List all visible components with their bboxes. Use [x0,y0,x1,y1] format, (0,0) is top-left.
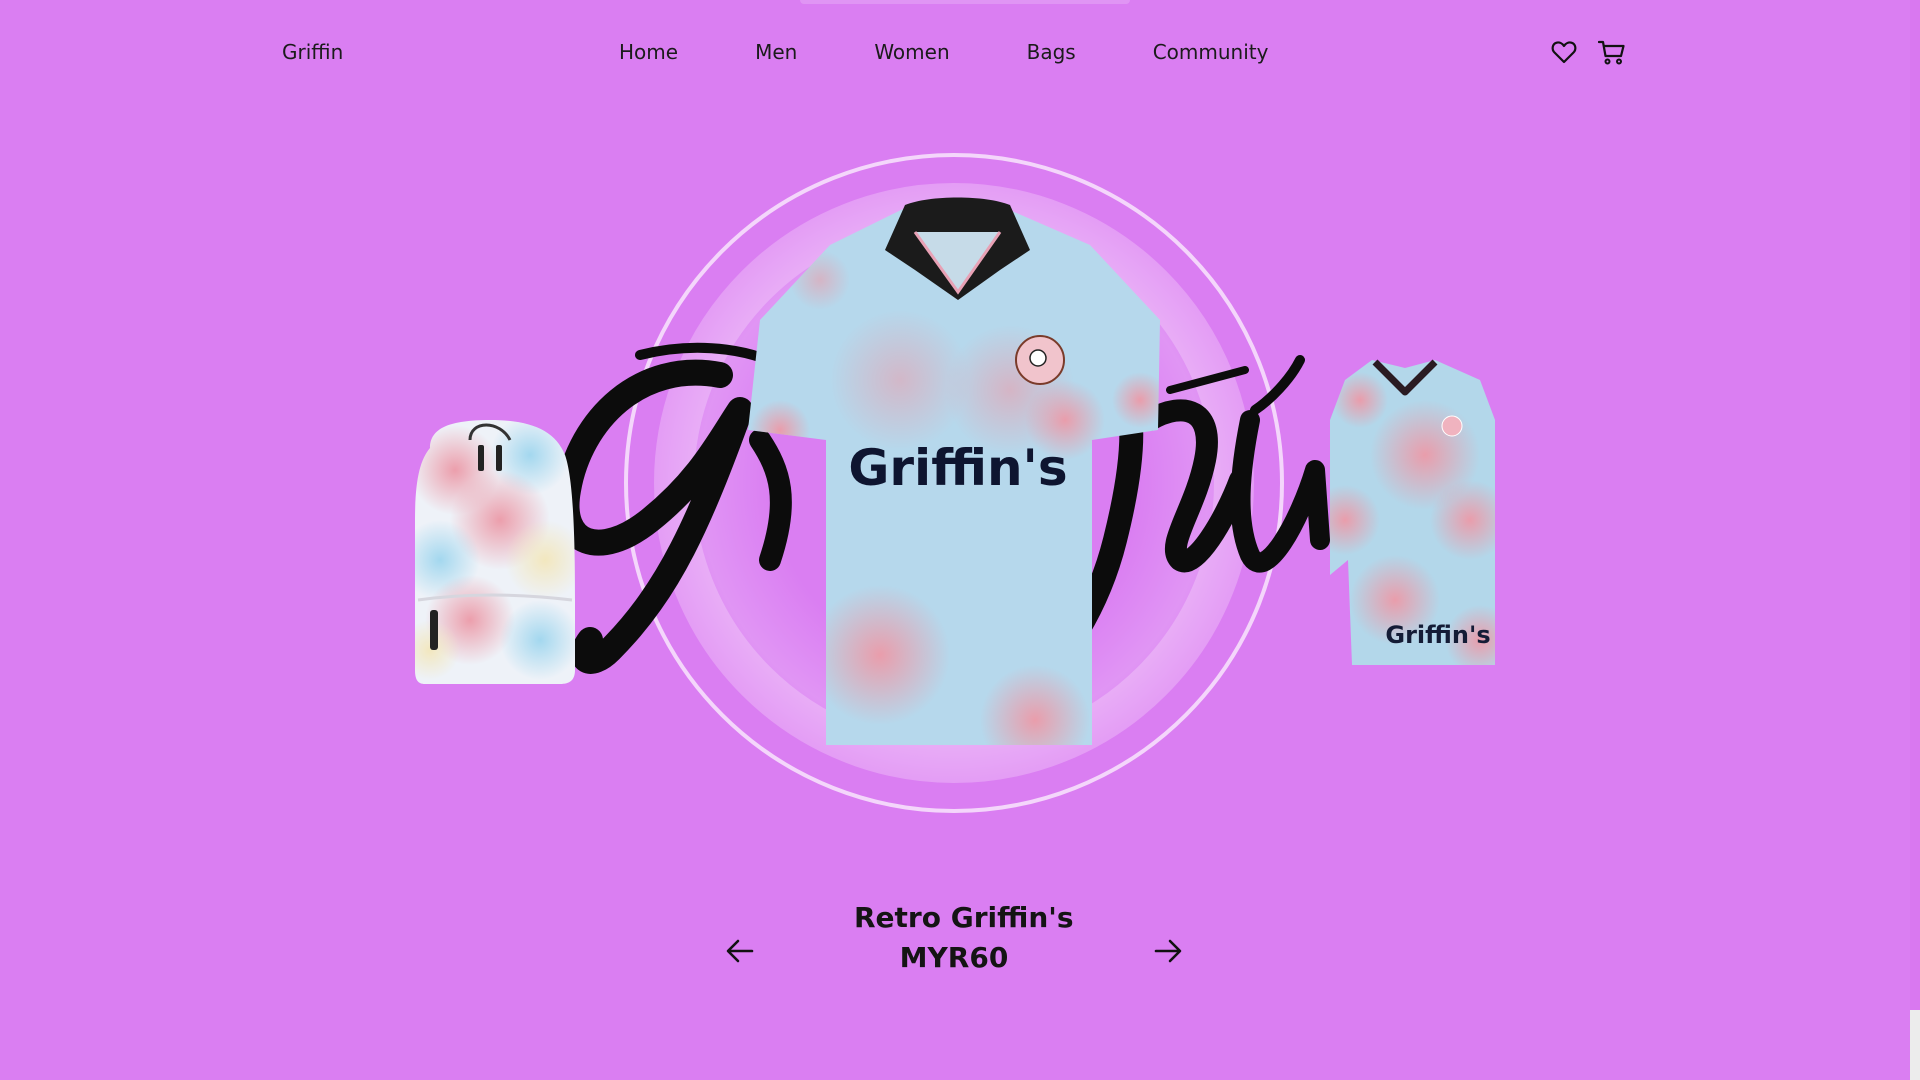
carousel-prev-button[interactable] [722,933,758,969]
page-scrollbar[interactable] [1910,0,1920,1080]
backpack-image [415,420,575,684]
carousel-next-button[interactable] [1150,933,1186,969]
product-caption: Retro Griffin's MYR60 [854,898,1074,978]
product-name: Retro Griffin's [854,901,1074,934]
arrow-left-icon [726,939,754,963]
arrow-right-icon [1154,939,1182,963]
dress-print-text: Griffin's [1385,621,1490,649]
product-price: MYR60 [899,941,1009,974]
jersey-print-text: Griffin's [848,439,1067,497]
scrollbar-thumb[interactable] [1910,1010,1920,1080]
